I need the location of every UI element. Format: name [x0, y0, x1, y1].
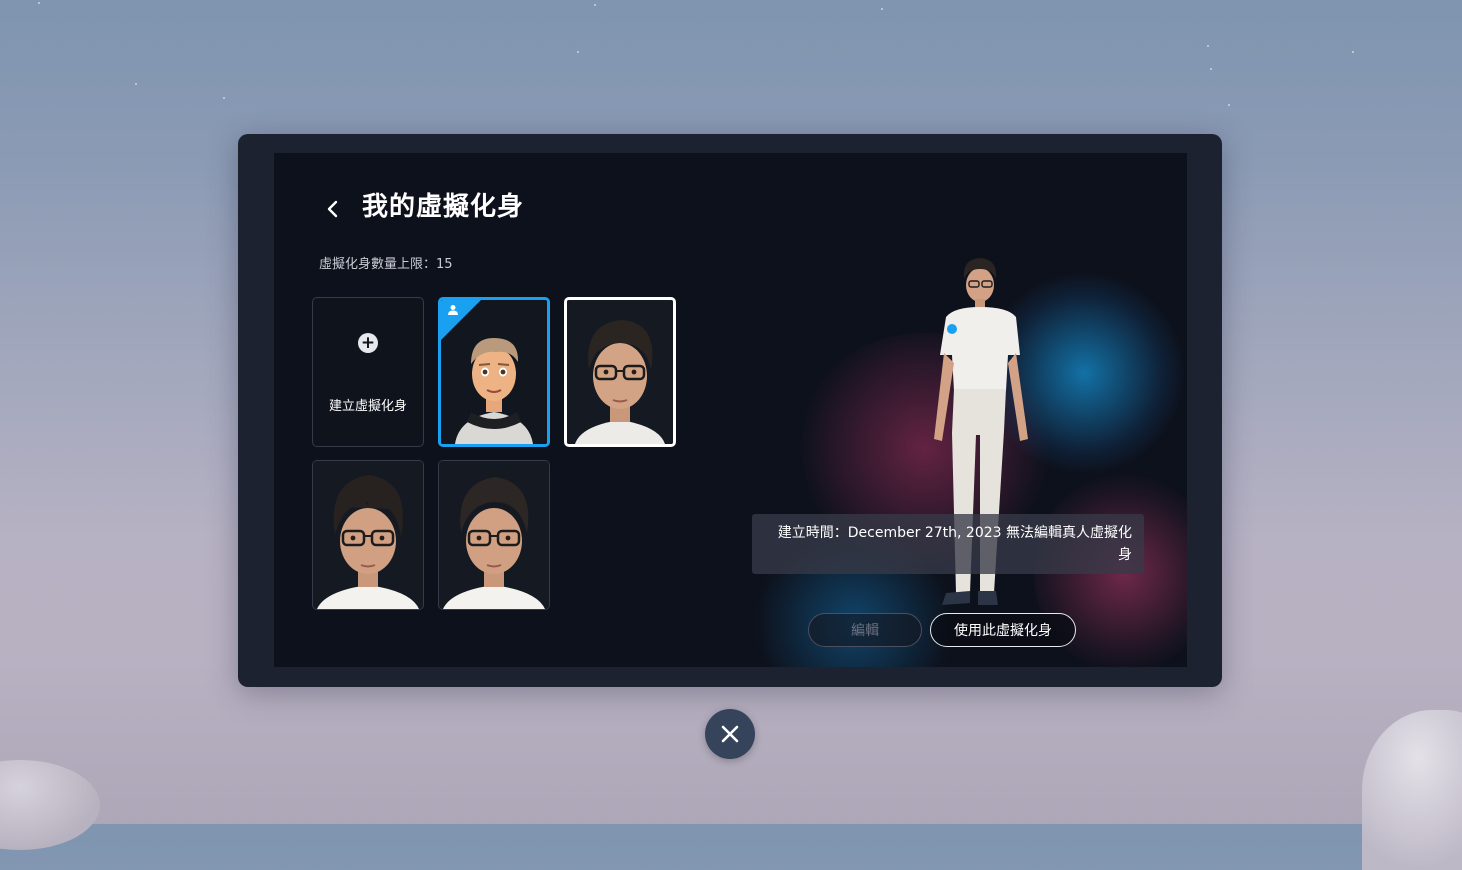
back-button[interactable] [318, 195, 346, 223]
right-pedestal [1362, 710, 1462, 870]
close-icon [721, 725, 739, 743]
close-button[interactable] [705, 709, 755, 759]
page-title: 我的虛擬化身 [362, 192, 525, 222]
avatar-tile-realistic-1[interactable] [564, 297, 676, 447]
edit-button[interactable]: 編輯 [808, 613, 922, 647]
avatar-info-box: 建立時間：December 27th, 2023 無法編輯真人虛擬化身 [752, 514, 1144, 574]
avatar-tile-cartoon[interactable] [438, 297, 550, 447]
avatar-tile-realistic-3[interactable] [438, 460, 550, 610]
use-avatar-button[interactable]: 使用此虛擬化身 [930, 613, 1076, 647]
avatar-panel: 我的虛擬化身 虛擬化身數量上限：15 + 建立虛擬化身 建立時間：Decembe… [238, 134, 1222, 687]
avatar-limit-text: 虛擬化身數量上限：15 [319, 257, 453, 272]
create-avatar-label: 建立虛擬化身 [328, 399, 407, 414]
left-pedestal [0, 760, 100, 850]
realistic-avatar-1-image [567, 300, 673, 444]
realistic-avatar-3-image [439, 461, 549, 609]
create-avatar-tile[interactable]: + 建立虛擬化身 [312, 297, 424, 447]
chevron-left-icon [327, 200, 338, 218]
realistic-avatar-2-image [313, 461, 423, 609]
avatar-tile-realistic-2[interactable] [312, 460, 424, 610]
person-icon [447, 304, 459, 319]
plus-circle-icon: + [358, 333, 378, 353]
panel-content: 我的虛擬化身 虛擬化身數量上限：15 + 建立虛擬化身 建立時間：Decembe… [274, 153, 1187, 667]
